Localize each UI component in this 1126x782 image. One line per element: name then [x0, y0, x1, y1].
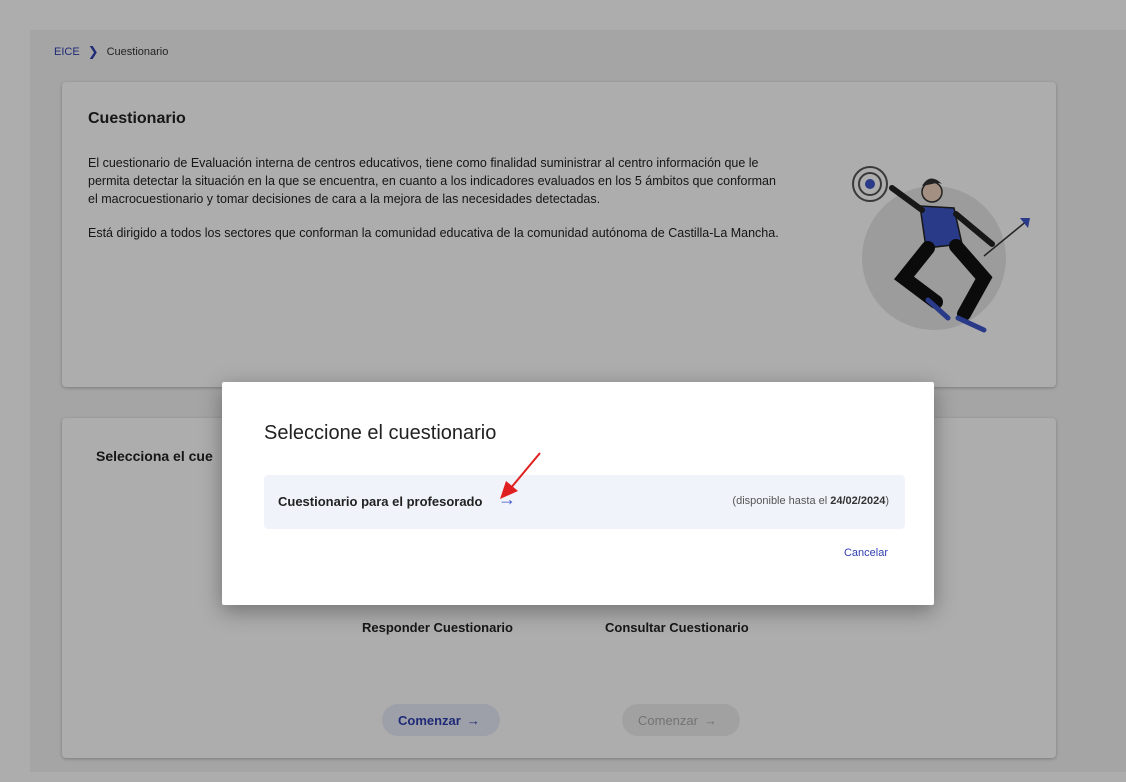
cancel-button[interactable]: Cancelar: [838, 546, 894, 560]
select-questionnaire-dialog: Seleccione el cuestionario Cuestionario …: [222, 382, 934, 605]
questionnaire-option-label: Cuestionario para el profesorado: [278, 494, 483, 509]
red-arrow-annotation-icon: [500, 452, 541, 499]
availability-suffix: ): [885, 495, 889, 507]
dialog-title: Seleccione el cuestionario: [264, 422, 497, 444]
questionnaire-option-profesorado[interactable]: Cuestionario para el profesorado → (disp…: [264, 475, 905, 529]
availability-prefix: (disponible hasta el: [732, 495, 831, 507]
availability-date: 24/02/2024: [830, 495, 886, 507]
availability-text: (disponible hasta el 24/02/2024): [732, 495, 889, 507]
